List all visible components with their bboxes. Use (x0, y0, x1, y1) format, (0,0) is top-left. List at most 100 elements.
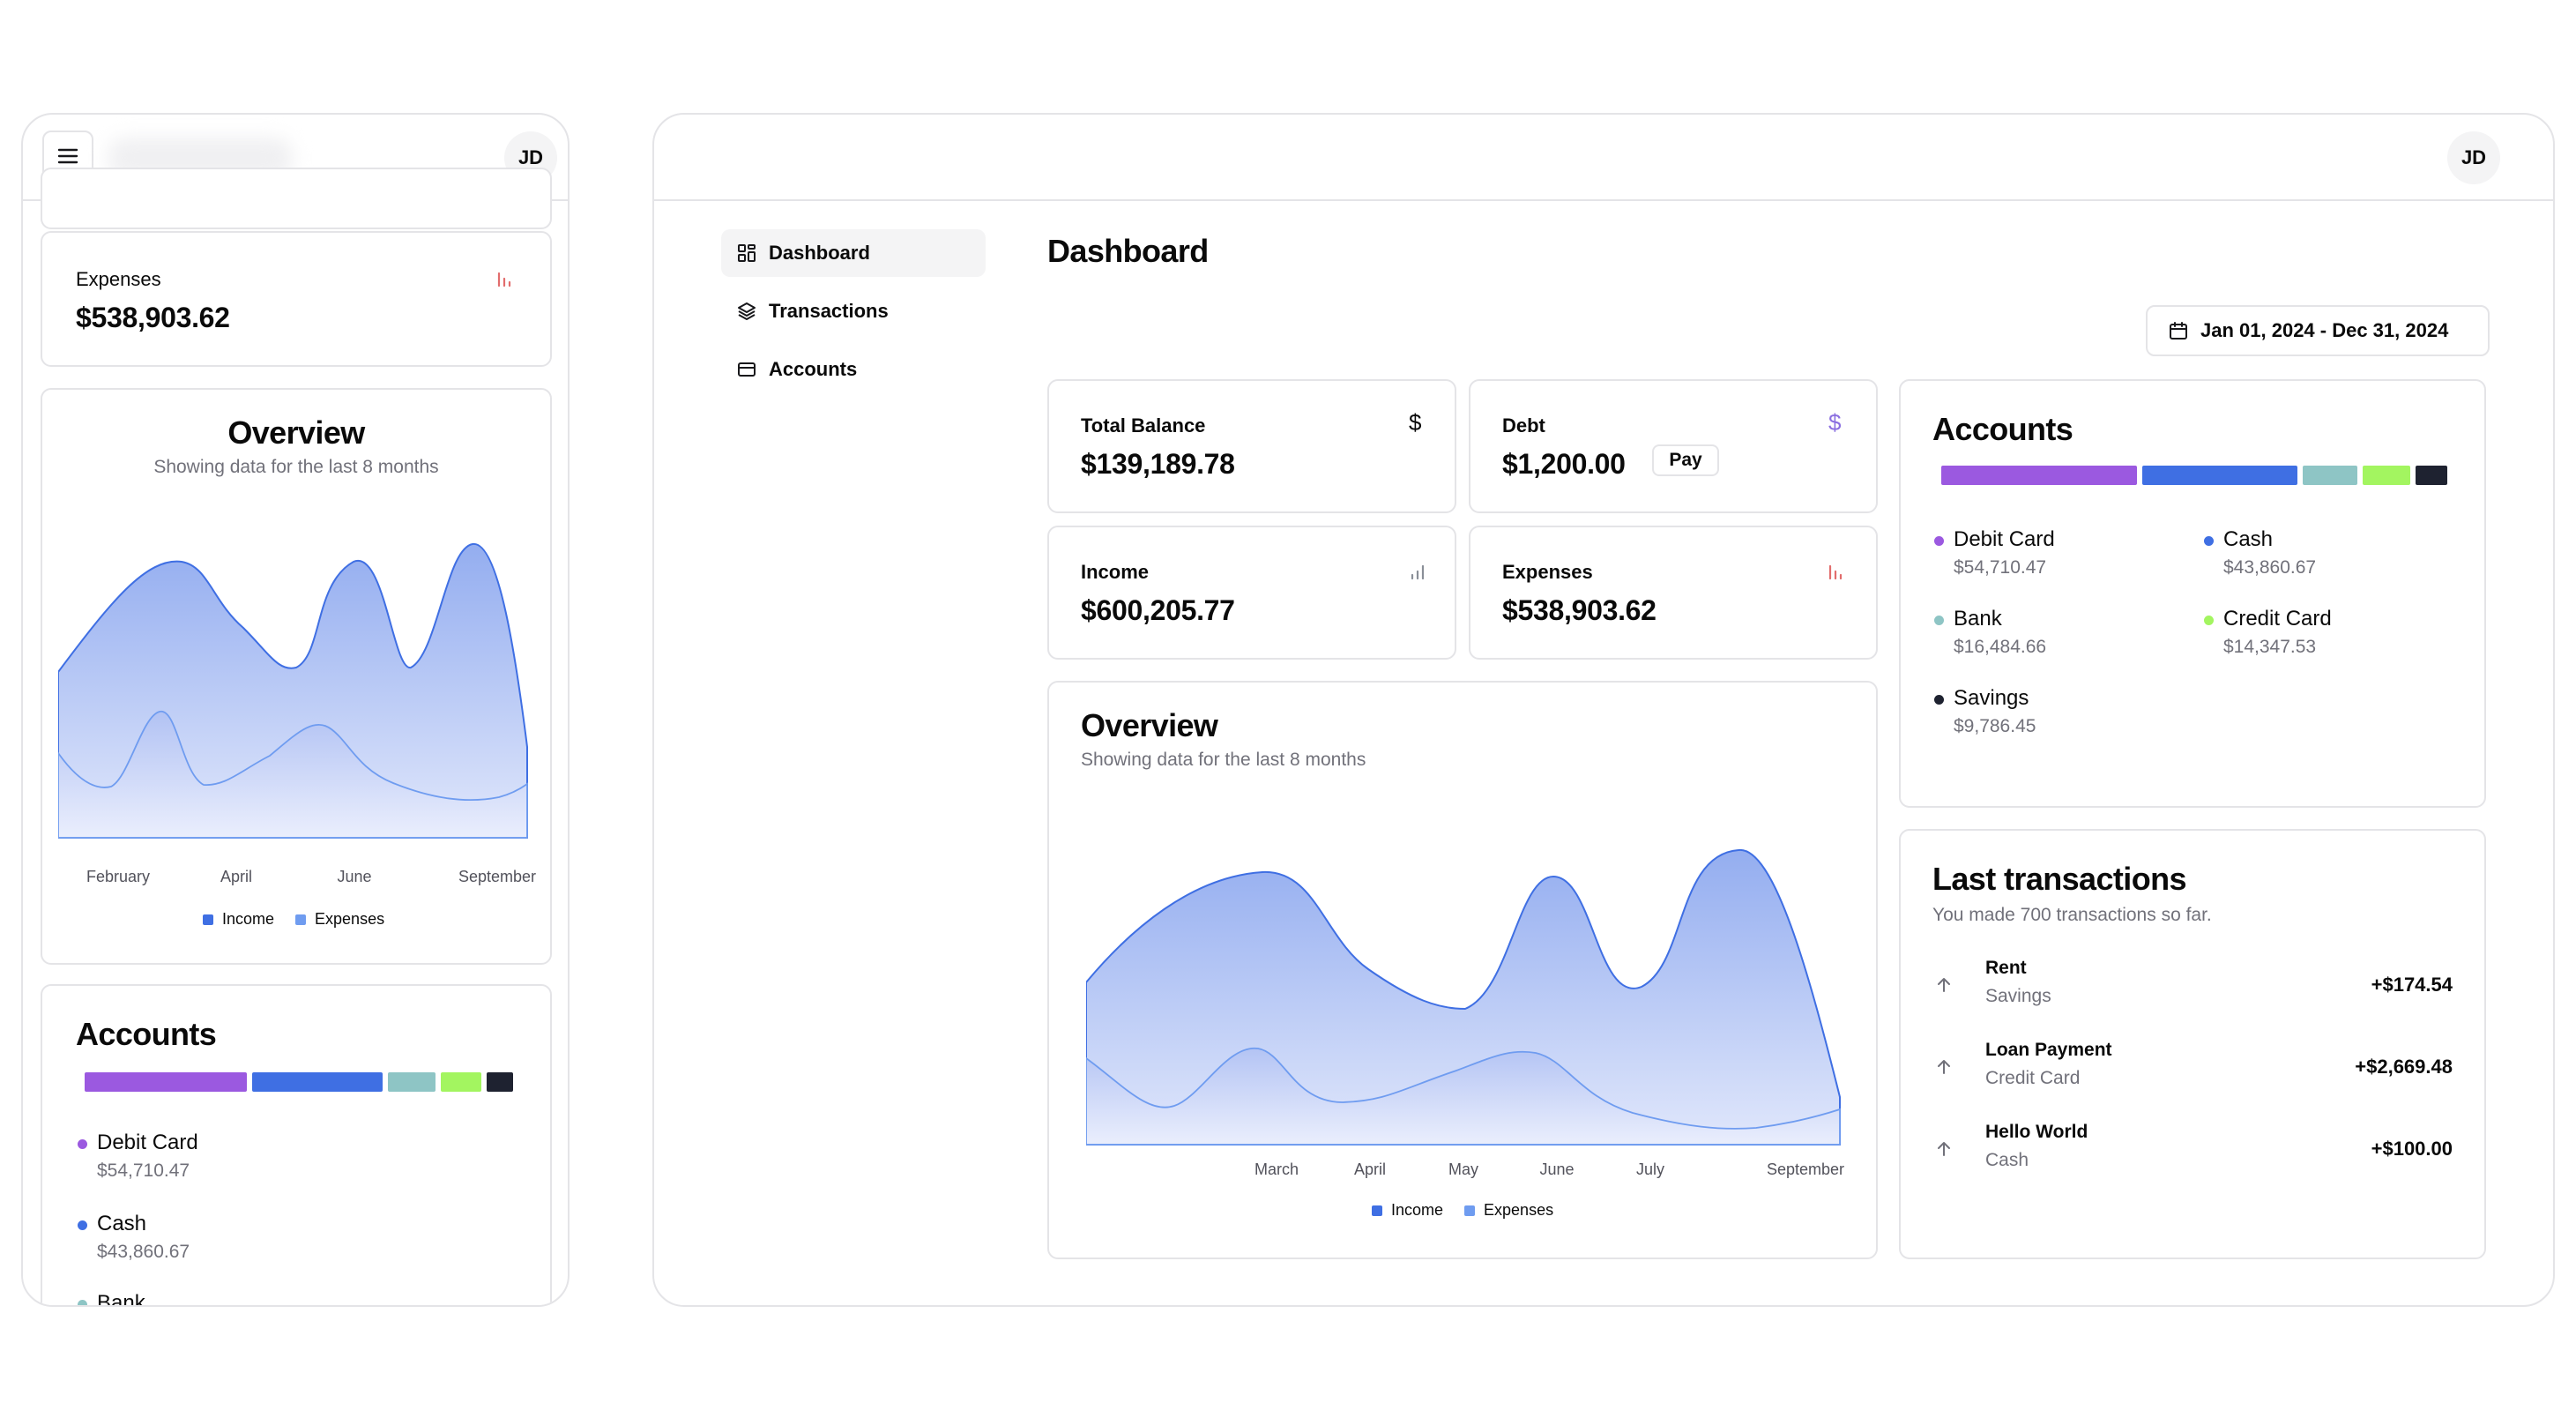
account-value: $54,710.47 (1954, 557, 2047, 578)
income-swatch (203, 914, 213, 925)
bank-dot (1934, 616, 1944, 625)
income-card: Income $600,205.77 (1047, 526, 1456, 660)
transactions-subtitle: You made 700 transactions so far. (1932, 905, 2212, 925)
account-value: $43,860.67 (97, 1242, 190, 1262)
mobile-frame: JD Expenses $538,903.62 Overview Showing… (21, 113, 570, 1307)
page-title: Dashboard (1047, 233, 1209, 269)
date-range-label: Jan 01, 2024 - Dec 31, 2024 (2200, 319, 2449, 341)
x-tick: June (1539, 1161, 1575, 1178)
total-balance-card: Total Balance $139,189.78 $ (1047, 379, 1456, 513)
expenses-card: Expenses $538,903.62 (41, 231, 552, 367)
account-name: Debit Card (1954, 527, 2055, 551)
layers-icon (738, 302, 756, 320)
sidebar-item-dashboard[interactable]: Dashboard (721, 229, 986, 277)
expenses-swatch (295, 914, 307, 925)
transactions-title: Last transactions (1932, 861, 2186, 897)
x-tick: September (458, 868, 537, 885)
pay-button[interactable]: Pay (1652, 444, 1719, 476)
account-value: $9,786.45 (1954, 716, 2036, 736)
debit-card-segment (1941, 466, 2137, 485)
expenses-card: Expenses $538,903.62 (1469, 526, 1878, 660)
overview-subtitle: Showing data for the last 8 months (153, 457, 439, 477)
date-range-picker[interactable]: Jan 01, 2024 - Dec 31, 2024 (2146, 305, 2490, 356)
calendar-icon (2170, 322, 2187, 340)
desktop-header (654, 115, 2553, 201)
arrow-up-icon (1938, 978, 1950, 992)
clipped-card (41, 168, 552, 229)
x-tick: May (1448, 1161, 1479, 1178)
bank-dot (78, 1300, 87, 1305)
bank-segment (2303, 466, 2357, 485)
account-name: Credit Card (2223, 607, 2332, 631)
legend-income: Income (1391, 1201, 1444, 1219)
sidebar-item-label: Dashboard (769, 242, 870, 264)
overview-chart (1086, 848, 1841, 1146)
stat-value: $1,200.00 (1502, 448, 1626, 480)
transaction-amount: +$100.00 (2371, 1138, 2453, 1160)
credit-card-segment (2363, 466, 2410, 485)
bank-segment (388, 1072, 436, 1092)
card-icon (738, 362, 756, 377)
stat-label: Total Balance (1081, 414, 1206, 437)
income-swatch (1372, 1205, 1382, 1216)
accounts-card: Accounts Debit Card $54,710.47 Cash $43,… (1899, 379, 2486, 808)
transaction-amount: +$174.54 (2371, 974, 2453, 996)
overview-card: Overview Showing data for the last 8 mon… (1047, 681, 1878, 1259)
account-value: $16,484.66 (1954, 637, 2047, 657)
transaction-name: Rent (1985, 958, 2027, 978)
expenses-label: Expenses (76, 268, 161, 290)
x-tick: March (1254, 1161, 1299, 1178)
credit-card-segment (441, 1072, 481, 1092)
sidebar-item-label: Accounts (769, 358, 858, 380)
stat-value: $600,205.77 (1081, 594, 1235, 626)
savings-dot (1934, 695, 1944, 705)
cash-segment (2142, 466, 2297, 485)
debit-card-segment (85, 1072, 247, 1092)
legend-income: Income (222, 910, 275, 928)
x-tick: September (1766, 1161, 1845, 1178)
overview-subtitle: Showing data for the last 8 months (1081, 750, 1366, 770)
x-tick: July (1635, 1161, 1665, 1178)
sidebar-item-accounts[interactable]: Accounts (721, 346, 986, 393)
arrow-up-icon (1938, 1142, 1950, 1156)
expenses-swatch (1464, 1205, 1476, 1216)
accounts-title: Accounts (76, 1016, 217, 1052)
account-name: Cash (2223, 527, 2274, 551)
debit-card-dot (1934, 536, 1944, 546)
transaction-name: Hello World (1985, 1122, 2088, 1142)
chart-legend: Income Expenses (203, 910, 384, 929)
expenses-value: $538,903.62 (76, 302, 230, 333)
cash-dot (78, 1220, 87, 1230)
arrow-up-icon (1938, 1060, 1950, 1074)
x-tick: April (220, 868, 253, 885)
hamburger-icon (57, 148, 78, 164)
x-tick: April (1353, 1161, 1387, 1178)
legend-expenses: Expenses (1484, 1201, 1554, 1219)
transaction-name: Loan Payment (1985, 1040, 2112, 1060)
accounts-title: Accounts (1932, 411, 2073, 447)
overview-title: Overview (227, 414, 365, 451)
credit-card-dot (2204, 616, 2214, 625)
transaction-account: Savings (1985, 986, 2051, 1006)
transaction-account: Credit Card (1985, 1068, 2081, 1088)
sidebar-item-transactions[interactable]: Transactions (721, 287, 986, 335)
cash-segment (252, 1072, 383, 1092)
dollar-icon: $ (1828, 409, 1842, 436)
transaction-amount: +$2,669.48 (2355, 1056, 2453, 1078)
account-value: $54,710.47 (97, 1161, 190, 1181)
account-name: Savings (1954, 686, 2029, 710)
bar-chart-icon (1411, 564, 1425, 580)
stat-value: $139,189.78 (1081, 448, 1235, 480)
stat-value: $538,903.62 (1502, 594, 1657, 626)
chart-legend: Income Expenses (1372, 1201, 1553, 1220)
sidebar-item-label: Transactions (769, 300, 889, 322)
x-tick: February (86, 868, 151, 885)
account-value: $14,347.53 (2223, 637, 2317, 657)
cash-dot (2204, 536, 2214, 546)
transaction-account: Cash (1985, 1150, 2029, 1170)
overview-card: Overview Showing data for the last 8 mon… (41, 388, 552, 965)
overview-chart-mobile (58, 542, 528, 839)
x-tick: June (337, 868, 372, 885)
avatar[interactable]: JD (2447, 131, 2500, 184)
dollar-icon: $ (1409, 409, 1422, 436)
